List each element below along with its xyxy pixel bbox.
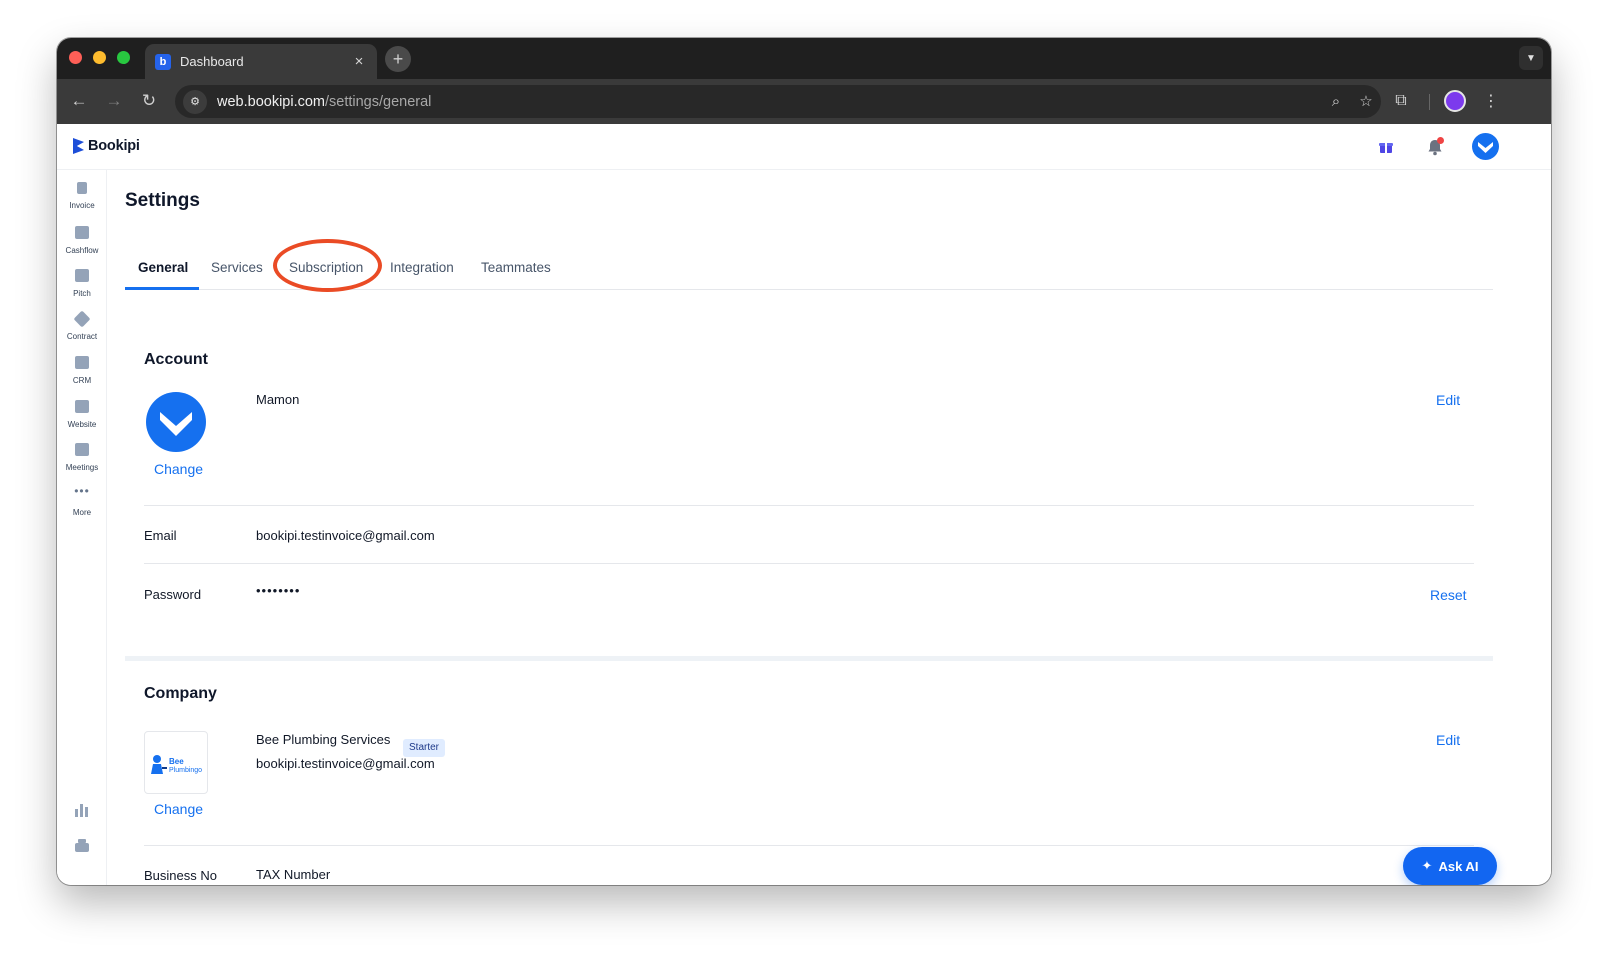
browser-window: b Dashboard × + ▼ ← → ↻ ⚙ web.bookipi.co… <box>57 38 1551 885</box>
account-name: Mamon <box>256 392 300 407</box>
sidebar-item-more[interactable]: ••• More <box>57 484 107 517</box>
sidebar-item-cashflow[interactable]: Cashflow <box>57 226 107 255</box>
sidebar-label: Contract <box>66 332 98 341</box>
sidebar-item-meetings[interactable]: Meetings <box>57 443 107 472</box>
company-section-title: Company <box>144 685 217 702</box>
tab-general[interactable]: General <box>138 260 188 290</box>
tab-teammates[interactable]: Teammates <box>481 260 551 290</box>
gift-icon[interactable] <box>1373 134 1399 160</box>
tax-number-label: TAX Number <box>256 867 331 882</box>
logo-text: Bookipi <box>88 138 140 154</box>
sidebar-label: Cashflow <box>65 246 99 255</box>
site-settings-icon[interactable]: ⚙ <box>183 89 207 114</box>
website-icon <box>75 400 89 413</box>
tab-services[interactable]: Services <box>211 260 263 290</box>
extensions-icon[interactable]: ⧉ <box>1389 89 1413 113</box>
new-tab-button[interactable]: + <box>385 46 411 72</box>
close-window-button[interactable] <box>69 51 82 64</box>
company-email: bookipi.testinvoice@gmail.com <box>256 756 435 771</box>
sidebar-item-contract[interactable]: Contract <box>57 310 107 341</box>
zoom-icon[interactable]: ⌕ <box>1325 90 1347 112</box>
meetings-icon <box>75 443 89 456</box>
sidebar-label: Pitch <box>73 289 91 298</box>
toolbar-divider <box>1429 94 1430 110</box>
change-company-logo-link[interactable]: Change <box>154 801 203 817</box>
account-avatar <box>146 392 206 452</box>
tab-strip: b Dashboard × + ▼ <box>57 38 1551 79</box>
sidebar-item-pitch[interactable]: Pitch <box>57 269 107 298</box>
sidebar-item-crm[interactable]: CRM <box>57 356 107 385</box>
contract-icon <box>73 310 91 328</box>
ask-ai-button[interactable]: ✦ Ask AI <box>1403 847 1497 885</box>
tab-search-chevron-icon[interactable]: ▼ <box>1519 46 1543 70</box>
edit-company-link[interactable]: Edit <box>1436 732 1460 748</box>
side-navigation: Invoice Cashflow Pitch Contract CRM Webs… <box>57 170 107 885</box>
browser-tab[interactable]: b Dashboard × <box>145 44 377 79</box>
sidebar-label: CRM <box>72 376 92 385</box>
bookipi-logo[interactable]: Bookipi <box>73 138 140 154</box>
plan-badge: Starter <box>403 739 446 757</box>
sidebar-label: Website <box>67 420 97 429</box>
address-bar[interactable]: ⚙ web.bookipi.com/settings/general ⌕ ☆ <box>175 85 1381 118</box>
active-tab-indicator <box>125 287 199 290</box>
sidebar-label: More <box>72 508 92 517</box>
bookipi-logo-icon <box>73 138 84 154</box>
sidebar-label: Invoice <box>69 201 95 210</box>
menu-icon[interactable]: ⋮ <box>1479 89 1503 113</box>
company-name: Bee Plumbing Services <box>256 732 391 747</box>
url-host: web.bookipi.com <box>217 93 325 110</box>
forward-icon[interactable]: → <box>102 89 126 113</box>
app-header: Bookipi <box>57 124 1551 170</box>
ask-ai-label: Ask AI <box>1438 858 1479 874</box>
bookipi-favicon-icon: b <box>155 53 171 70</box>
divider <box>144 563 1474 564</box>
sidebar-item-website[interactable]: Website <box>57 400 107 429</box>
minimize-window-button[interactable] <box>93 51 106 64</box>
user-avatar[interactable] <box>1472 133 1499 160</box>
tab-title: Dashboard <box>180 54 244 69</box>
account-section-title: Account <box>144 351 208 368</box>
subscription-highlight-annotation <box>273 239 382 292</box>
reports-icon[interactable] <box>75 804 89 817</box>
maximize-window-button[interactable] <box>117 51 130 64</box>
change-account-avatar-link[interactable]: Change <box>154 461 203 477</box>
email-label: Email <box>144 528 177 543</box>
edit-account-link[interactable]: Edit <box>1436 392 1460 408</box>
cashflow-icon <box>75 226 89 239</box>
back-icon[interactable]: ← <box>67 89 91 113</box>
section-divider <box>125 656 1493 661</box>
notification-bell-icon[interactable] <box>1422 134 1448 160</box>
svg-text:Bee: Bee <box>169 757 184 766</box>
more-icon: ••• <box>74 484 90 498</box>
divider <box>144 505 1474 506</box>
settings-main: Settings General Services Subscription I… <box>108 170 1551 885</box>
tab-integration[interactable]: Integration <box>390 260 454 290</box>
svg-text:Plumbingo: Plumbingo <box>169 767 202 774</box>
sidebar-label: Meetings <box>65 463 99 472</box>
reload-icon[interactable]: ↻ <box>137 89 161 113</box>
password-value: •••••••• <box>256 583 301 598</box>
reset-password-link[interactable]: Reset <box>1430 587 1467 603</box>
company-logo: Bee Plumbingo <box>144 731 208 794</box>
email-value: bookipi.testinvoice@gmail.com <box>256 528 435 543</box>
invoice-icon <box>77 182 87 194</box>
browser-toolbar: ← → ↻ ⚙ web.bookipi.com/settings/general… <box>57 79 1551 124</box>
business-no-label: Business No <box>144 868 217 883</box>
notification-dot <box>1437 137 1444 144</box>
profile-icon[interactable] <box>1444 90 1466 112</box>
pitch-icon <box>75 269 89 282</box>
divider <box>144 845 1474 846</box>
sidebar-item-invoice[interactable]: Invoice <box>57 182 107 210</box>
password-label: Password <box>144 587 202 602</box>
sparkle-icon: ✦ <box>1421 858 1433 873</box>
inbox-icon[interactable] <box>75 839 89 852</box>
bookmark-star-icon[interactable]: ☆ <box>1355 90 1377 112</box>
crm-icon <box>75 356 89 369</box>
tab-close-icon[interactable]: × <box>351 53 367 70</box>
page-title: Settings <box>125 190 200 211</box>
url-path: /settings/general <box>325 93 432 110</box>
